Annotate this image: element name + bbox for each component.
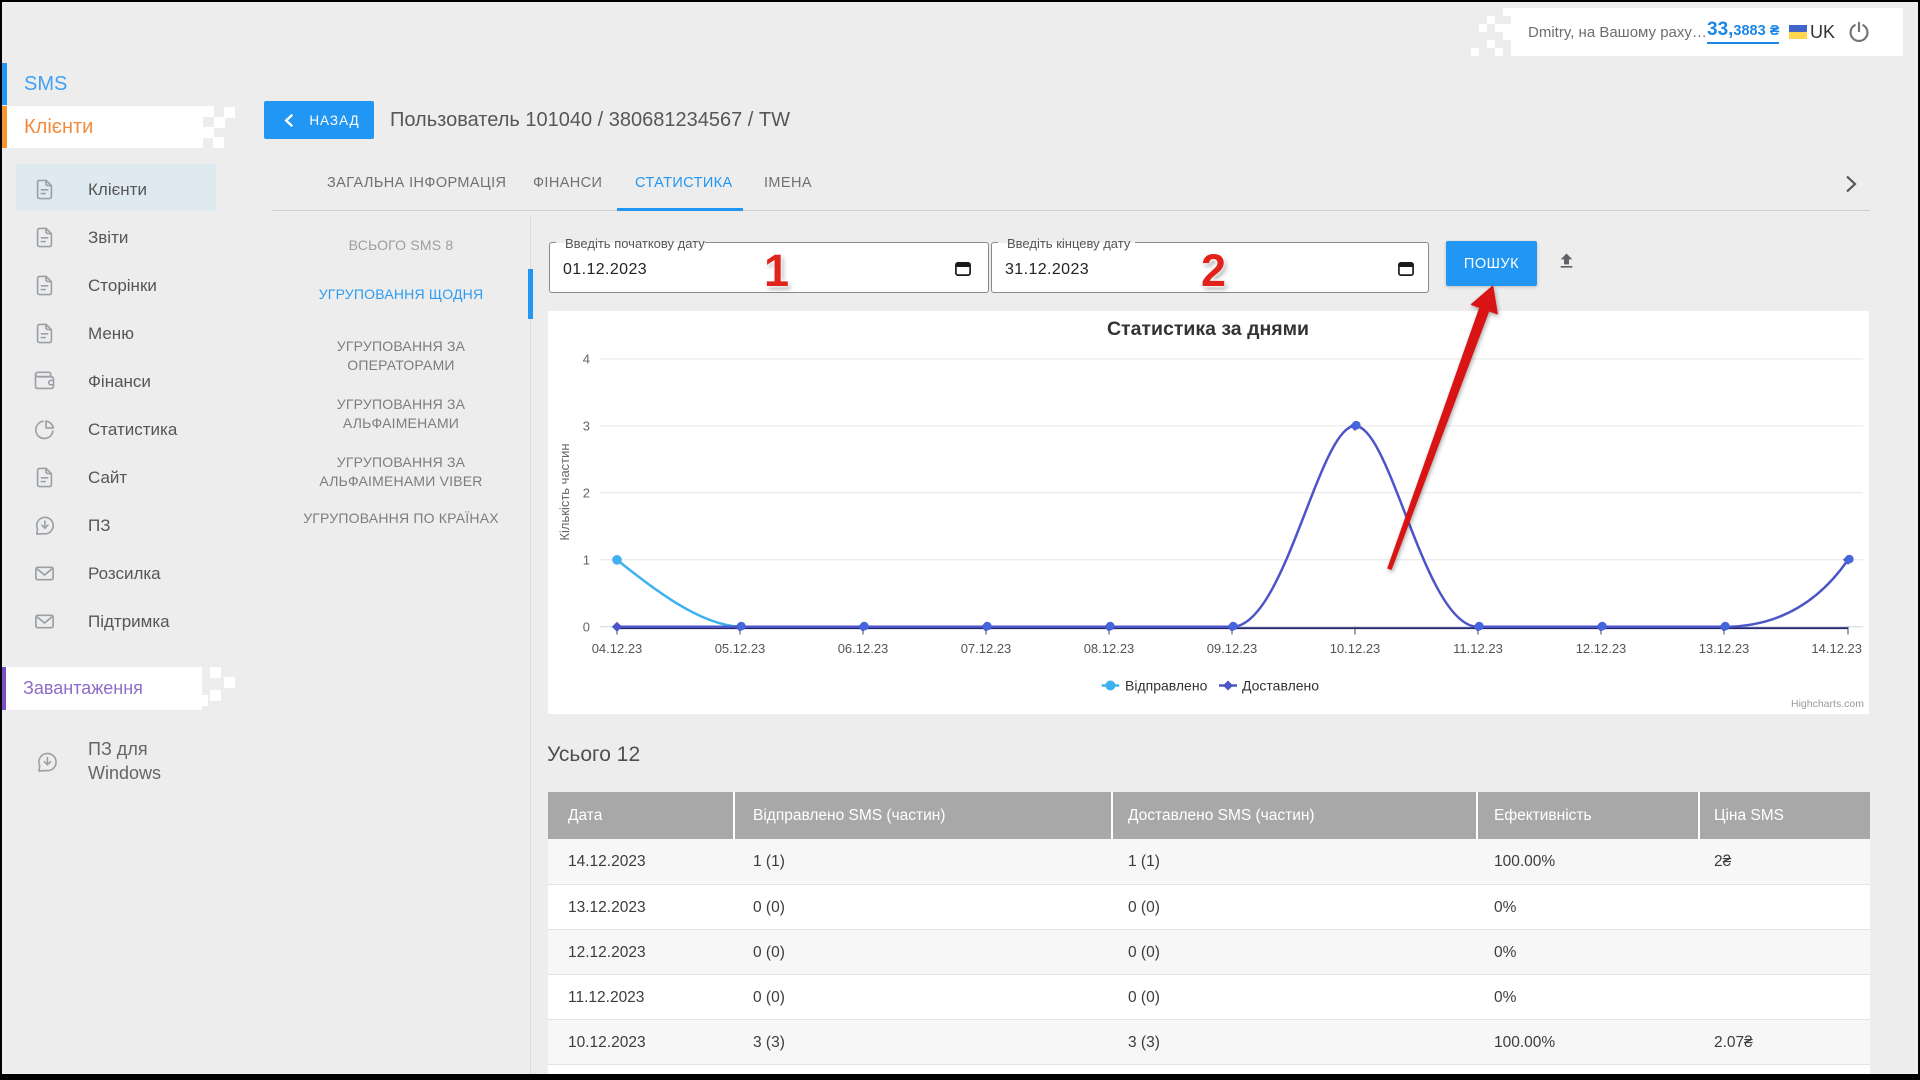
svg-text:4: 4 xyxy=(583,351,590,366)
svg-text:14.12.23: 14.12.23 xyxy=(1811,641,1862,656)
svg-text:Кількість частин: Кількість частин xyxy=(557,443,572,540)
svg-text:05.12.23: 05.12.23 xyxy=(715,641,766,656)
svg-text:1: 1 xyxy=(583,552,590,567)
svg-text:Доставлено: Доставлено xyxy=(1242,678,1319,694)
svg-text:Відправлено: Відправлено xyxy=(1125,678,1208,694)
svg-text:07.12.23: 07.12.23 xyxy=(961,641,1012,656)
svg-text:3: 3 xyxy=(583,418,590,433)
svg-text:13.12.23: 13.12.23 xyxy=(1699,641,1750,656)
svg-text:11.12.23: 11.12.23 xyxy=(1453,641,1503,656)
svg-text:0: 0 xyxy=(583,619,590,634)
svg-text:10.12.23: 10.12.23 xyxy=(1330,641,1381,656)
svg-text:06.12.23: 06.12.23 xyxy=(838,641,889,656)
svg-text:2: 2 xyxy=(583,485,590,500)
svg-text:12.12.23: 12.12.23 xyxy=(1576,641,1627,656)
svg-text:09.12.23: 09.12.23 xyxy=(1207,641,1258,656)
svg-text:08.12.23: 08.12.23 xyxy=(1084,641,1135,656)
svg-text:04.12.23: 04.12.23 xyxy=(592,641,643,656)
svg-text:Highcharts.com: Highcharts.com xyxy=(1791,698,1864,710)
svg-text:Статистика за днями: Статистика за днями xyxy=(1107,318,1309,340)
